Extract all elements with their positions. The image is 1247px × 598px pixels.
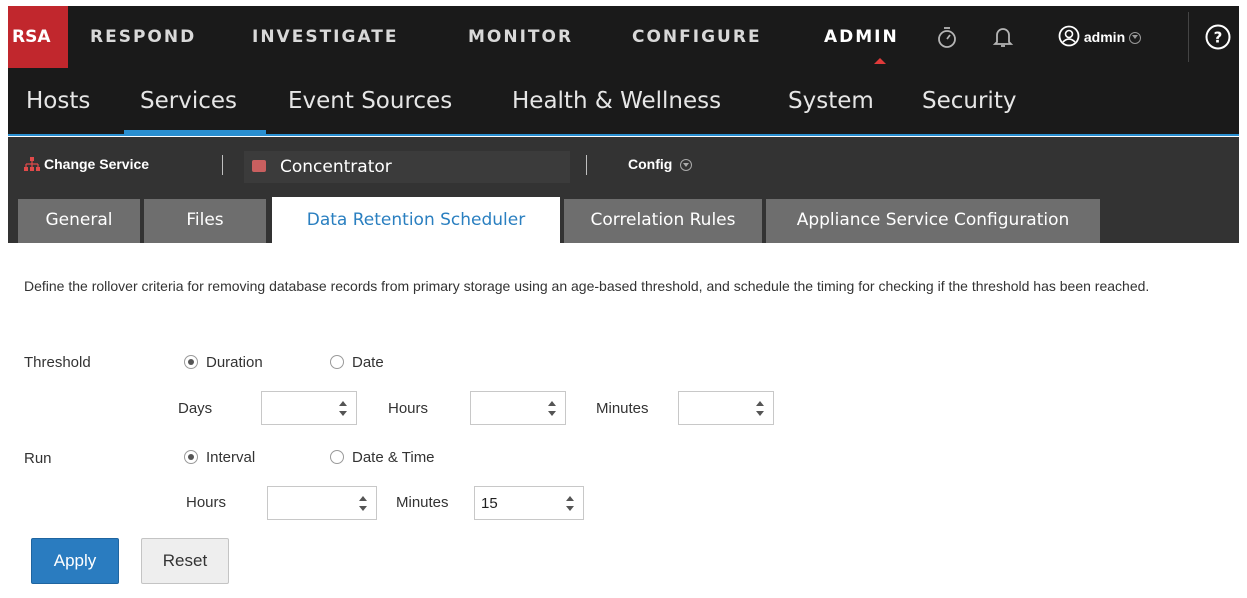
run-hours-label: Hours <box>186 494 227 511</box>
tab-general[interactable]: General <box>18 199 140 243</box>
user-name: admin <box>1083 29 1126 45</box>
duration-radio[interactable] <box>184 355 198 369</box>
stepper-arrows-icon[interactable] <box>358 496 368 512</box>
tab-appliance-service-configuration[interactable]: Appliance Service Configuration <box>766 199 1100 243</box>
nav-admin[interactable]: ADMIN <box>824 6 899 68</box>
secondary-nav: Hosts Services Event Sources Health & We… <box>8 68 1239 136</box>
threshold-minutes-label: Minutes <box>596 400 649 417</box>
change-service-label: Change Service <box>44 156 150 172</box>
active-indicator <box>874 58 886 64</box>
user-icon <box>1058 25 1080 47</box>
top-nav-bar: RSA RESPOND INVESTIGATE MONITOR CONFIGUR… <box>0 0 1247 68</box>
subnav-security[interactable]: Security <box>922 68 1016 134</box>
separator <box>586 155 587 175</box>
tab-files[interactable]: Files <box>144 199 266 243</box>
separator <box>222 155 223 175</box>
svg-text:?: ? <box>1214 29 1223 47</box>
stepper-arrows-icon[interactable] <box>547 401 557 417</box>
description-text: Define the rollover criteria for removin… <box>24 278 1150 294</box>
user-menu[interactable]: admin <box>1058 6 1142 68</box>
stepper-arrows-icon[interactable] <box>565 496 575 512</box>
date-time-label: Date & Time <box>352 449 435 466</box>
service-selector[interactable]: Concentrator <box>244 151 570 183</box>
date-radio[interactable] <box>330 355 344 369</box>
threshold-label: Threshold <box>24 354 91 371</box>
nav-monitor[interactable]: MONITOR <box>468 6 573 68</box>
run-hours-stepper[interactable] <box>267 486 377 520</box>
subnav-services[interactable]: Services <box>140 68 237 134</box>
tab-correlation-rules[interactable]: Correlation Rules <box>564 199 762 243</box>
chevron-down-icon <box>1129 32 1142 45</box>
tab-strip: General Files Data Retention Scheduler C… <box>8 191 1239 243</box>
date-time-radio[interactable] <box>330 450 344 464</box>
interval-label: Interval <box>206 449 256 466</box>
run-label: Run <box>24 450 52 467</box>
threshold-hours-stepper[interactable] <box>470 391 566 425</box>
apply-button[interactable]: Apply <box>31 538 119 584</box>
concentrator-icon <box>252 160 266 172</box>
config-label: Config <box>628 156 673 172</box>
run-minutes-label: Minutes <box>396 494 449 511</box>
stopwatch-icon[interactable] <box>934 24 960 50</box>
bell-icon[interactable] <box>990 24 1016 50</box>
change-service-button[interactable]: Change Service <box>24 137 149 191</box>
config-dropdown[interactable]: Config <box>628 137 693 191</box>
reset-button[interactable]: Reset <box>141 538 229 584</box>
hierarchy-icon <box>24 157 40 171</box>
service-name: Concentrator <box>280 157 392 177</box>
subnav-hosts[interactable]: Hosts <box>26 68 90 134</box>
nav-respond[interactable]: RESPOND <box>90 6 196 68</box>
threshold-days-label: Days <box>178 400 213 417</box>
threshold-days-stepper[interactable] <box>261 391 357 425</box>
interval-radio[interactable] <box>184 450 198 464</box>
service-toolbar: Change Service Concentrator Config <box>8 137 1239 191</box>
subnav-event-sources[interactable]: Event Sources <box>288 68 452 134</box>
date-label: Date <box>352 354 384 371</box>
stepper-arrows-icon[interactable] <box>338 401 348 417</box>
threshold-minutes-stepper[interactable] <box>678 391 774 425</box>
scheduler-form: Define the rollover criteria for removin… <box>8 243 1239 598</box>
chevron-down-icon <box>680 159 693 172</box>
active-tab-underline <box>124 130 266 134</box>
stepper-arrows-icon[interactable] <box>755 401 765 417</box>
rsa-logo: RSA <box>8 6 68 68</box>
divider <box>1188 12 1189 62</box>
tab-data-retention-scheduler[interactable]: Data Retention Scheduler <box>272 197 560 243</box>
subnav-system[interactable]: System <box>788 68 874 134</box>
run-minutes-stepper[interactable]: 15 <box>474 486 584 520</box>
duration-label: Duration <box>206 354 263 371</box>
threshold-hours-label: Hours <box>388 400 429 417</box>
subnav-health-wellness[interactable]: Health & Wellness <box>512 68 721 134</box>
nav-configure[interactable]: CONFIGURE <box>632 6 762 68</box>
help-icon[interactable]: ? <box>1204 23 1231 50</box>
nav-investigate[interactable]: INVESTIGATE <box>252 6 399 68</box>
run-minutes-value: 15 <box>481 495 498 512</box>
